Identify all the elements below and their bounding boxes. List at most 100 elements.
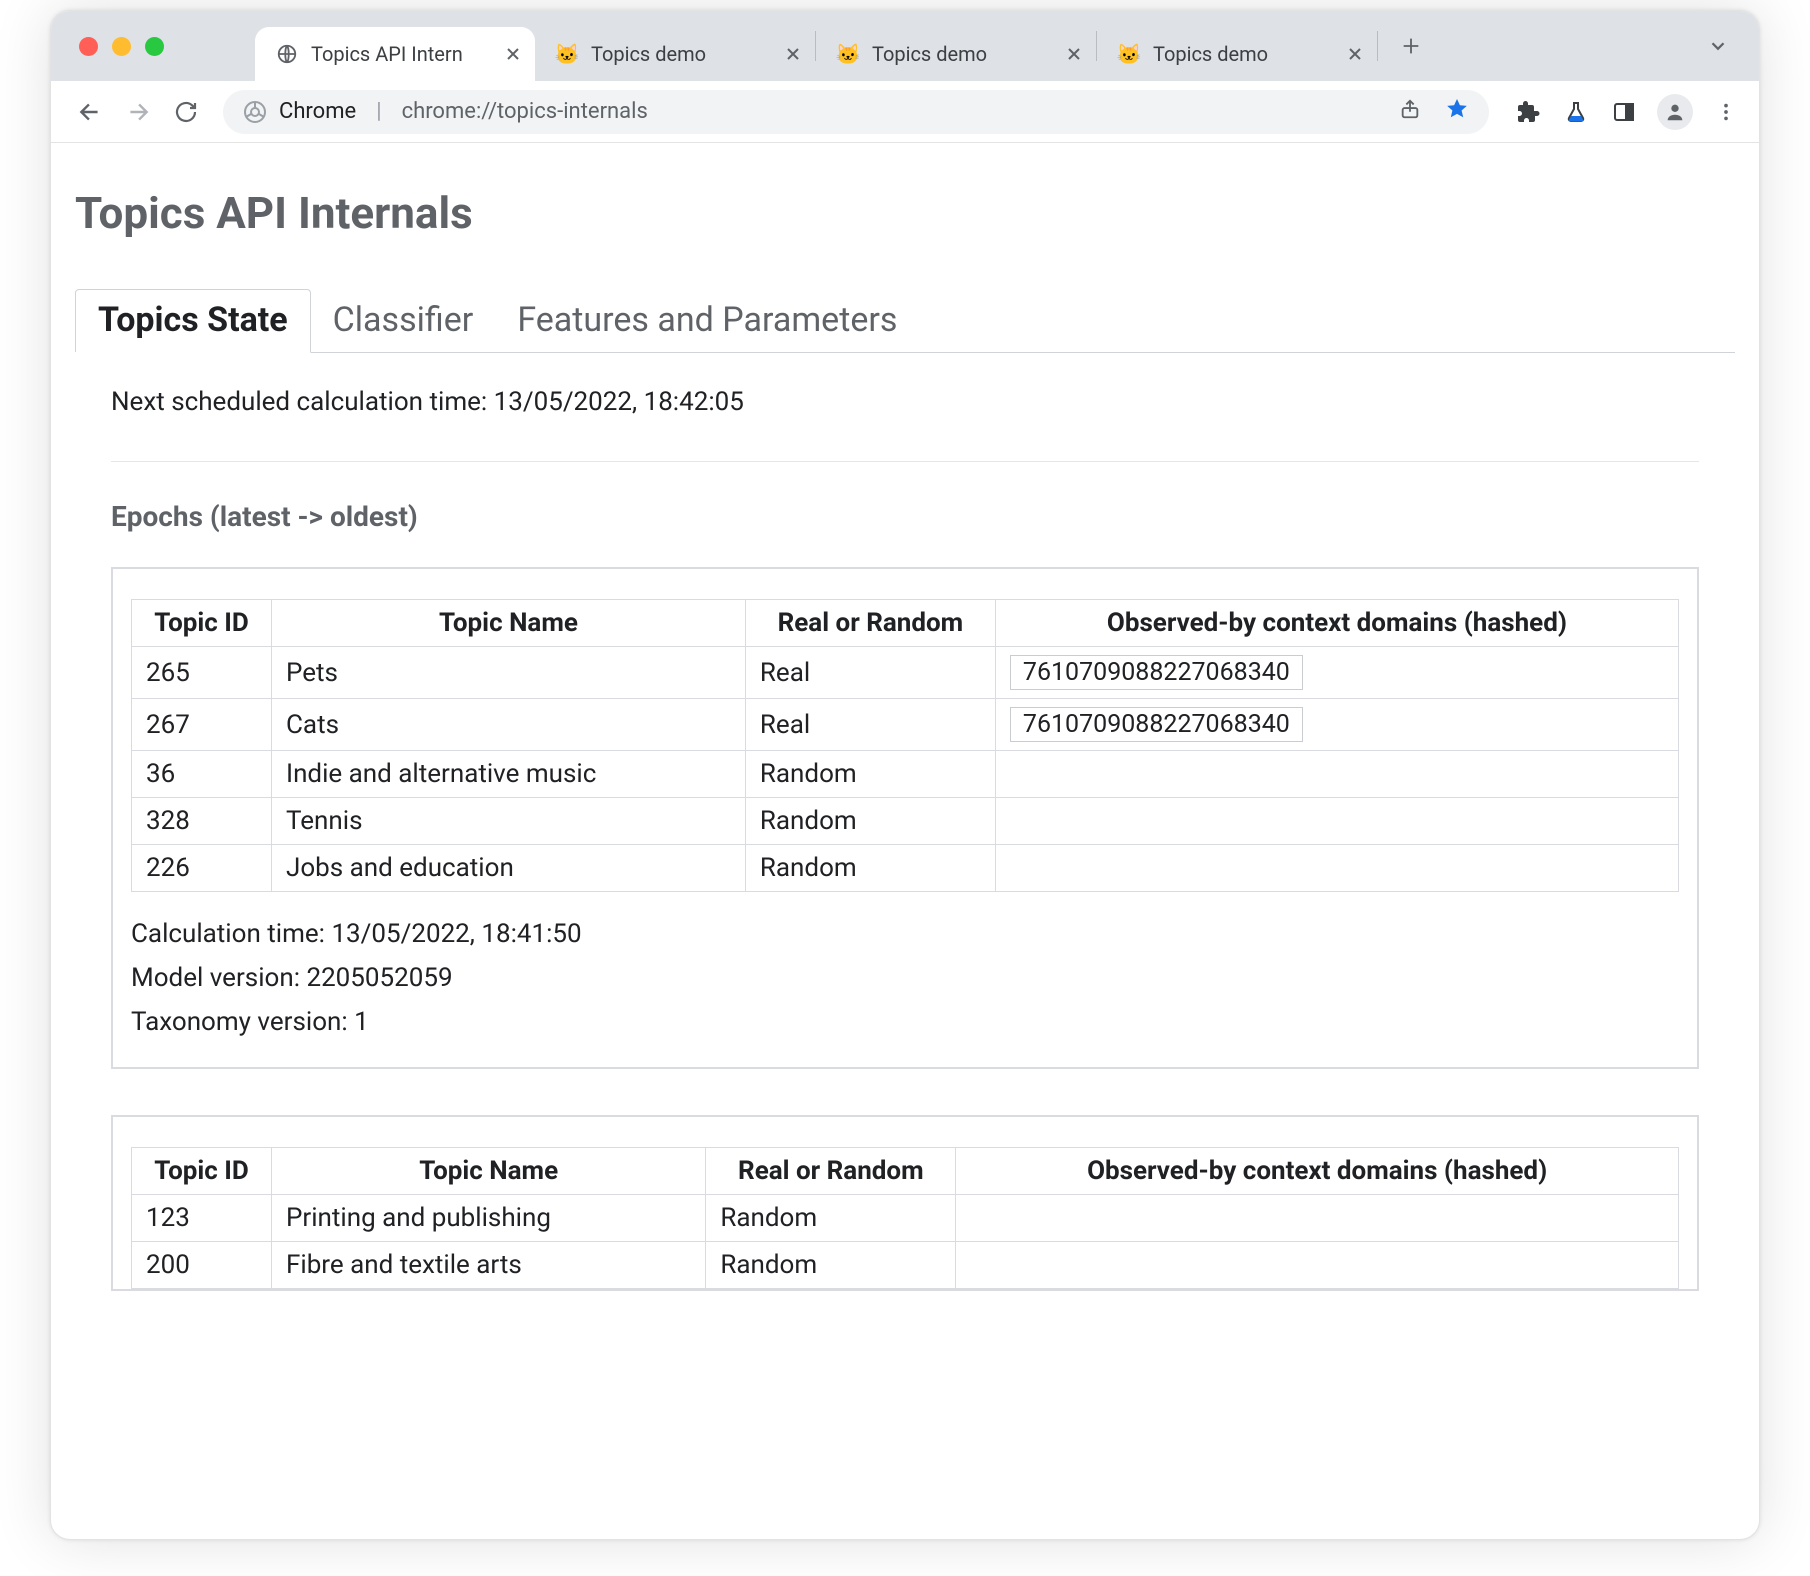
- hash-value: 7610709088227068340: [1010, 655, 1303, 690]
- model-version-label: Model version:: [131, 963, 300, 993]
- col-real-random: Real or Random: [706, 1147, 956, 1194]
- globe-icon: [275, 42, 299, 66]
- toolbar: Chrome | chrome://topics-internals: [51, 81, 1759, 143]
- tab-close-button[interactable]: [501, 42, 525, 66]
- cat-icon: 🐱: [1117, 42, 1141, 66]
- browser-tab[interactable]: 🐱 Topics demo: [816, 27, 1096, 81]
- cell-real: Random: [745, 751, 995, 798]
- window-maximize-button[interactable]: [145, 37, 164, 56]
- table-row: 200 Fibre and textile arts Random: [132, 1241, 1679, 1288]
- cell-id: 36: [132, 751, 272, 798]
- table-row: 123 Printing and publishing Random: [132, 1194, 1679, 1241]
- forward-button[interactable]: [117, 91, 159, 133]
- cell-real: Real: [745, 699, 995, 751]
- col-topic-id: Topic ID: [132, 1147, 272, 1194]
- cell-hash: [995, 751, 1678, 798]
- tab-strip: Topics API Intern 🐱 Topics demo 🐱 Topics…: [51, 11, 1759, 81]
- page-content: Topics API Internals Topics State Classi…: [51, 143, 1759, 1539]
- cat-icon: 🐱: [555, 42, 579, 66]
- tab-panel-topics-state: Next scheduled calculation time: 13/05/2…: [75, 353, 1735, 1291]
- col-observed-hash: Observed-by context domains (hashed): [956, 1147, 1679, 1194]
- calc-time-value: 13/05/2022, 18:41:50: [331, 919, 581, 949]
- chrome-icon: [243, 100, 267, 124]
- cell-id: 226: [132, 845, 272, 892]
- share-icon[interactable]: [1399, 98, 1421, 126]
- epoch-box: Topic ID Topic Name Real or Random Obser…: [111, 1115, 1699, 1291]
- cell-id: 267: [132, 699, 272, 751]
- back-button[interactable]: [69, 91, 111, 133]
- side-panel-icon[interactable]: [1609, 97, 1639, 127]
- cell-id: 123: [132, 1194, 272, 1241]
- toolbar-right-icons: [1513, 94, 1741, 130]
- cell-hash: [956, 1194, 1679, 1241]
- url-path: chrome://topics-internals: [402, 99, 648, 124]
- cell-real: Real: [745, 647, 995, 699]
- cell-hash: [956, 1241, 1679, 1288]
- table-row: 36 Indie and alternative music Random: [132, 751, 1679, 798]
- col-topic-name: Topic Name: [272, 600, 746, 647]
- window-controls: [79, 37, 164, 56]
- url-separator: |: [376, 99, 381, 124]
- page-tabs: Topics State Classifier Features and Par…: [75, 289, 1735, 353]
- col-observed-hash: Observed-by context domains (hashed): [995, 600, 1678, 647]
- labs-icon[interactable]: [1561, 97, 1591, 127]
- col-real-random: Real or Random: [745, 600, 995, 647]
- col-topic-id: Topic ID: [132, 600, 272, 647]
- epoch-box: Topic ID Topic Name Real or Random Obser…: [111, 567, 1699, 1069]
- table-row: 265 Pets Real 7610709088227068340: [132, 647, 1679, 699]
- browser-tab[interactable]: 🐱 Topics demo: [535, 27, 815, 81]
- tab-close-button[interactable]: [1343, 42, 1367, 66]
- bookmark-star-icon[interactable]: [1445, 97, 1469, 127]
- tab-close-button[interactable]: [781, 42, 805, 66]
- topics-table: Topic ID Topic Name Real or Random Obser…: [131, 599, 1679, 892]
- browser-tab-title: Topics API Intern: [311, 42, 495, 66]
- reload-button[interactable]: [165, 91, 207, 133]
- topics-table: Topic ID Topic Name Real or Random Obser…: [131, 1147, 1679, 1289]
- tab-close-button[interactable]: [1062, 42, 1086, 66]
- cell-hash: 7610709088227068340: [995, 699, 1678, 751]
- taxonomy-version-label: Taxonomy version:: [131, 1007, 348, 1037]
- browser-tab-active[interactable]: Topics API Intern: [255, 27, 535, 81]
- cell-id: 265: [132, 647, 272, 699]
- address-bar[interactable]: Chrome | chrome://topics-internals: [223, 90, 1489, 134]
- cell-name: Indie and alternative music: [272, 751, 746, 798]
- table-row: 328 Tennis Random: [132, 798, 1679, 845]
- browser-tabs: Topics API Intern 🐱 Topics demo 🐱 Topics…: [255, 11, 1434, 81]
- model-version-value: 2205052059: [306, 963, 452, 993]
- tab-separator: [1377, 31, 1378, 61]
- cell-real: Random: [745, 798, 995, 845]
- browser-window: Topics API Intern 🐱 Topics demo 🐱 Topics…: [50, 10, 1760, 1540]
- browser-tab[interactable]: 🐱 Topics demo: [1097, 27, 1377, 81]
- cell-id: 328: [132, 798, 272, 845]
- tabs-dropdown-button[interactable]: [1707, 35, 1729, 61]
- cell-name: Tennis: [272, 798, 746, 845]
- new-tab-button[interactable]: [1388, 23, 1434, 69]
- cell-real: Random: [706, 1194, 956, 1241]
- tab-classifier[interactable]: Classifier: [311, 290, 496, 352]
- tab-topics-state[interactable]: Topics State: [75, 289, 311, 353]
- cell-hash: 7610709088227068340: [995, 647, 1678, 699]
- table-row: 267 Cats Real 7610709088227068340: [132, 699, 1679, 751]
- cell-name: Cats: [272, 699, 746, 751]
- overflow-menu-icon[interactable]: [1711, 97, 1741, 127]
- browser-tab-title: Topics demo: [872, 42, 1056, 66]
- col-topic-name: Topic Name: [272, 1147, 706, 1194]
- taxonomy-version-value: 1: [354, 1007, 369, 1037]
- window-minimize-button[interactable]: [112, 37, 131, 56]
- cell-name: Fibre and textile arts: [272, 1241, 706, 1288]
- next-calc-label: Next scheduled calculation time:: [111, 387, 487, 417]
- profile-avatar[interactable]: [1657, 94, 1693, 130]
- epoch-meta: Calculation time: 13/05/2022, 18:41:50 M…: [131, 912, 1679, 1045]
- browser-tab-title: Topics demo: [591, 42, 775, 66]
- page-title: Topics API Internals: [75, 187, 1735, 239]
- table-row: 226 Jobs and education Random: [132, 845, 1679, 892]
- cat-icon: 🐱: [836, 42, 860, 66]
- window-close-button[interactable]: [79, 37, 98, 56]
- cell-id: 200: [132, 1241, 272, 1288]
- calc-time-label: Calculation time:: [131, 919, 325, 949]
- cell-name: Printing and publishing: [272, 1194, 706, 1241]
- cell-hash: [995, 845, 1678, 892]
- extensions-icon[interactable]: [1513, 97, 1543, 127]
- epochs-heading: Epochs (latest -> oldest): [111, 500, 1699, 533]
- tab-features-and-parameters[interactable]: Features and Parameters: [495, 290, 919, 352]
